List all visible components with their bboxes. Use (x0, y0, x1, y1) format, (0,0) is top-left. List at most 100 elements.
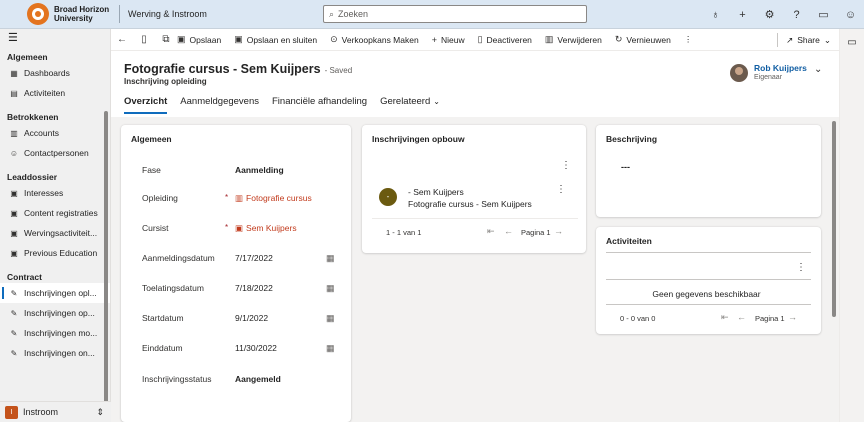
sidebar-item-contactpersonen[interactable]: ☺ Contactpersonen (0, 143, 110, 163)
activities-icon: ▤ (10, 88, 18, 98)
back-icon[interactable]: ← (111, 34, 133, 45)
date-input[interactable]: 11/30/2022 (235, 343, 277, 353)
popout-icon[interactable]: ⧉ (155, 34, 177, 45)
top-icons: ♁ + ⚙ ? ▭ ☺ (702, 0, 864, 29)
chat-icon[interactable]: ▭ (810, 8, 837, 21)
lightbulb-icon[interactable]: ♁ (702, 9, 729, 21)
date-input[interactable]: 7/17/2022 (235, 253, 273, 263)
section-title: Beschrijving (606, 134, 658, 144)
tab-overzicht[interactable]: Overzicht (124, 96, 168, 114)
avatar (730, 63, 748, 82)
page-number: Pagina 1 (521, 228, 551, 237)
prev-page-icon[interactable]: ← (737, 312, 746, 322)
save-icon: ▣ (177, 34, 186, 44)
chevron-down-icon: ⌄ (433, 97, 440, 106)
org-logo[interactable]: Broad Horizon University (27, 3, 117, 25)
next-page-icon[interactable]: → (554, 226, 563, 236)
section-title: Inschrijvingen opbouw (372, 134, 465, 144)
area-switcher[interactable]: I Instroom ⇕ (0, 401, 111, 422)
date-input[interactable]: 9/1/2022 (235, 313, 268, 323)
row-more-icon[interactable]: ⋮ (556, 184, 566, 195)
calendar-icon[interactable]: ▦ (326, 313, 335, 324)
sidebar-item-wervingsactiviteiten[interactable]: ▣ Wervingsactiviteit... (0, 223, 110, 243)
sidebar-item-content-registraties[interactable]: ▣ Content registraties (0, 203, 110, 223)
opbouw-subgrid: Inschrijvingen opbouw ⋮ - - Sem Kuijpers… (362, 125, 586, 253)
field-einddatum: Einddatum 11/30/2022 ▦ (142, 343, 335, 354)
opleiding-lookup[interactable]: ▥ Fotografie cursus (235, 193, 312, 204)
save-close-button[interactable]: ▣ Opslaan en sluiten (234, 34, 317, 45)
app-title[interactable]: Werving & Instroom (128, 9, 318, 19)
empty-state: Geen gegevens beschikbaar (652, 289, 761, 299)
sidebar-item-dashboards[interactable]: ▦ Dashboards (0, 63, 110, 83)
sidebar-item-accounts[interactable]: ▥ Accounts (0, 123, 110, 143)
dashboard-icon: ▦ (10, 68, 18, 78)
create-opportunity-button[interactable]: ⊙ Verkoopkans Maken (330, 34, 419, 45)
hamburger-icon[interactable]: ☰ (0, 29, 110, 47)
area-badge: I (5, 405, 18, 419)
new-button[interactable]: + Nieuw (432, 35, 465, 45)
tab-gerelateerd[interactable]: Gerelateerd ⌄ (380, 96, 440, 114)
next-page-icon[interactable]: → (788, 312, 797, 322)
edit-icon: ✎ (10, 308, 18, 318)
pager: 1 - 1 van 1 ⇤ ← Pagina 1 → (372, 225, 578, 241)
plus-icon: + (431, 34, 437, 45)
calendar-icon[interactable]: ▦ (326, 343, 335, 354)
cursist-lookup[interactable]: ▣ Sem Kuijpers (235, 223, 297, 234)
help-icon[interactable]: ? (783, 9, 810, 21)
list-item[interactable]: - - Sem Kuijpers Fotografie cursus - Sem… (372, 177, 578, 219)
form-icon[interactable]: ▯ (133, 34, 155, 45)
divider (606, 304, 811, 305)
education-icon: ▣ (10, 248, 18, 258)
sidebar-item-inschrijvingen-on[interactable]: ✎ Inschrijvingen on... (0, 343, 110, 363)
prev-page-icon[interactable]: ← (504, 226, 513, 236)
tab-financiele-afhandeling[interactable]: Financiële afhandeling (272, 96, 367, 114)
logo-icon (27, 3, 49, 25)
calendar-icon[interactable]: ▦ (326, 253, 335, 264)
nav-scrollbar[interactable] (104, 111, 108, 407)
sidebar-item-inschrijvingen-mo[interactable]: ✎ Inschrijvingen mo... (0, 323, 110, 343)
chat-icon[interactable]: ▭ (840, 37, 864, 48)
share-button[interactable]: ↗ Share ⌄ (777, 29, 831, 51)
sidebar-item-interesses[interactable]: ▣ Interesses (0, 183, 110, 203)
sidebar-item-label: Accounts (24, 128, 59, 138)
section-title: Algemeen (131, 134, 172, 144)
account-icon: ▥ (10, 128, 18, 138)
sidebar-item-inschrijvingen-opleiding[interactable]: ✎ Inschrijvingen opl... (0, 283, 110, 303)
sidebar-item-activiteiten[interactable]: ▤ Activiteiten (0, 83, 110, 103)
refresh-button[interactable]: ↻ Vernieuwen (615, 34, 671, 45)
more-options-icon[interactable]: ⋮ (796, 262, 806, 273)
more-commands-icon[interactable]: ⋮ (684, 34, 693, 45)
first-page-icon[interactable]: ⇤ (487, 226, 495, 237)
sidebar-item-label: Dashboards (24, 68, 70, 78)
owner-role: Eigenaar (754, 74, 783, 81)
edit-icon: ✎ (10, 288, 18, 298)
search-input[interactable]: ⌕ Zoeken (323, 5, 587, 23)
sidebar-item-label: Wervingsactiviteit... (24, 228, 98, 238)
more-options-icon[interactable]: ⋮ (561, 160, 571, 171)
sidebar-item-previous-education[interactable]: ▣ Previous Education (0, 243, 110, 263)
record-header: Fotografie cursus - Sem Kuijpers - Saved … (111, 51, 839, 117)
gear-icon[interactable]: ⚙ (756, 8, 783, 21)
form-scrollbar[interactable] (832, 121, 836, 317)
owner-link[interactable]: Rob Kuijpers (754, 63, 807, 73)
chevron-down-icon[interactable]: ⌄ (814, 64, 822, 75)
save-button[interactable]: ▣ Opslaan (177, 34, 221, 45)
delete-button[interactable]: ▥ Verwijderen (545, 34, 602, 45)
description-value[interactable]: --- (621, 162, 630, 172)
calendar-icon[interactable]: ▦ (326, 283, 335, 294)
plus-icon[interactable]: + (729, 9, 756, 21)
contact-card-icon: ▣ (235, 223, 244, 233)
chevron-down-icon: ⌄ (823, 34, 831, 45)
pager: 0 - 0 van 0 ⇤ ← Pagina 1 → (606, 311, 812, 327)
recruit-icon: ▣ (10, 228, 18, 238)
date-input[interactable]: 7/18/2022 (235, 283, 273, 293)
sidebar-item-inschrijvingen-op[interactable]: ✎ Inschrijvingen op... (0, 303, 110, 323)
section-title: Activiteiten (606, 236, 652, 246)
person-icon[interactable]: ☺ (837, 9, 864, 21)
tab-aanmeldgegevens[interactable]: Aanmeldgegevens (180, 96, 259, 114)
sidebar-item-label: Inschrijvingen mo... (24, 328, 98, 338)
org-name-line1: Broad Horizon (54, 5, 110, 14)
entity-name: Inschrijving opleiding (124, 77, 207, 86)
deactivate-button[interactable]: ▯ Deactiveren (478, 34, 532, 45)
first-page-icon[interactable]: ⇤ (721, 312, 729, 323)
